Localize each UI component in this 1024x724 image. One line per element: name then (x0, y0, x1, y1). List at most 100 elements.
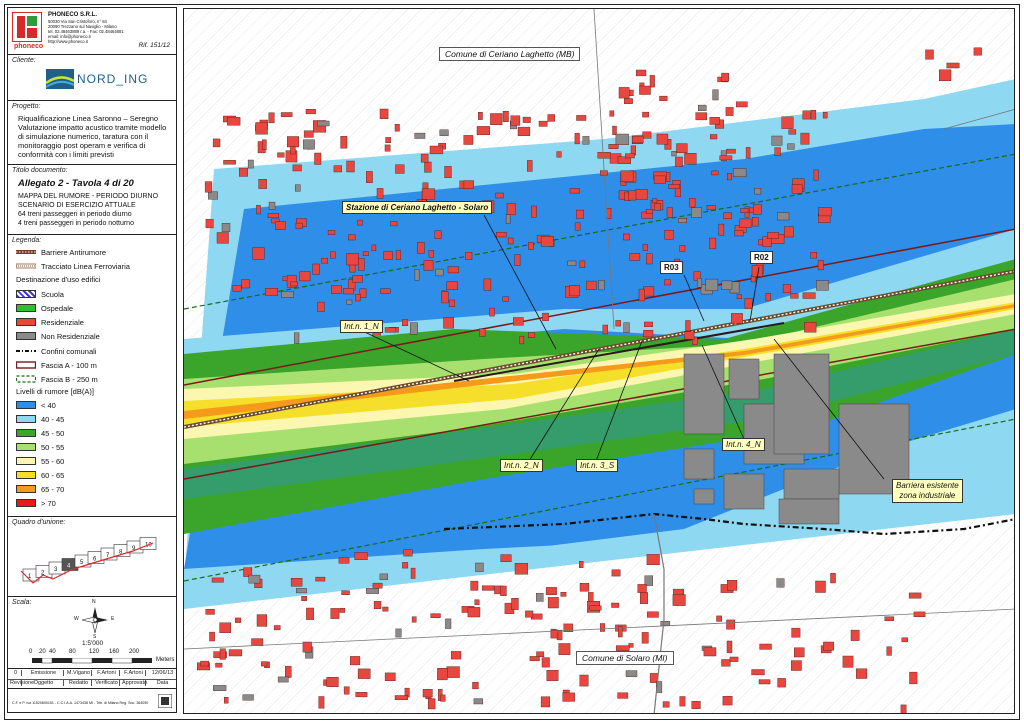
index-map: 12345678910 (20, 537, 157, 584)
building (227, 116, 241, 126)
project-line: Valutazione impatto acustico tramite mod… (18, 123, 167, 159)
building (645, 209, 653, 214)
dashdot-icon (16, 350, 36, 352)
legend-text: 40 - 45 (41, 414, 65, 424)
building (295, 588, 307, 594)
building (522, 116, 531, 123)
building (301, 596, 307, 601)
comune-bottom-label: Comune di Solaro (MI) (576, 651, 674, 665)
barrier-line-icon (16, 250, 36, 254)
legend-destination-title: Destinazione d'uso edifici (16, 275, 101, 284)
building (823, 641, 835, 651)
building (223, 160, 236, 165)
building (448, 299, 455, 308)
building (545, 587, 557, 596)
building (379, 108, 389, 120)
building (517, 126, 531, 136)
building (205, 609, 215, 615)
building (884, 616, 894, 621)
scale-tick: 80 (69, 649, 76, 655)
intervention-3s-label: Int.n. 3_S (576, 459, 619, 472)
building (816, 280, 829, 291)
building (536, 651, 545, 658)
building (586, 280, 597, 290)
building (729, 656, 739, 662)
legend-swatch (16, 499, 36, 507)
legend-text: Tracciato Linea Ferroviaria (41, 261, 130, 271)
noise-map[interactable]: Comune di Ceriano Laghetto (MB) Comune d… (183, 8, 1015, 714)
building (414, 132, 426, 139)
document-title: Allegato 2 - Tavola 4 di 20 (18, 178, 134, 189)
building (213, 685, 227, 691)
building (472, 682, 479, 690)
building (800, 132, 810, 145)
building (754, 187, 762, 195)
building (611, 602, 620, 608)
building (623, 322, 630, 333)
building (721, 72, 730, 82)
building (383, 251, 393, 260)
scale-ratio: 1:5'000 (82, 640, 104, 647)
building (338, 557, 350, 564)
building (774, 147, 781, 156)
building (395, 628, 402, 638)
fascia-a-icon (16, 361, 36, 369)
building (685, 320, 691, 332)
revision-cell: 12/06/13 (151, 670, 174, 676)
barrier-note-line: zona industriale (899, 491, 956, 500)
building (721, 280, 733, 290)
building (281, 291, 294, 298)
building (574, 133, 580, 145)
building (662, 701, 670, 708)
building (421, 188, 436, 200)
building (726, 640, 733, 653)
building (354, 552, 368, 561)
building (582, 136, 590, 145)
map-canvas (184, 9, 1014, 713)
building (776, 578, 785, 588)
building (913, 611, 926, 618)
building (752, 217, 759, 227)
building (366, 588, 380, 594)
building (791, 627, 801, 638)
title-block: phoneco PHONECO S.R.L. 50030 Via San Cri… (7, 7, 177, 713)
revision-header-cell: Data (156, 680, 169, 686)
building (321, 257, 329, 264)
building (346, 253, 359, 266)
building (659, 95, 668, 101)
building (437, 668, 448, 681)
building (394, 695, 408, 701)
legend-text: 45 - 50 (41, 428, 65, 438)
building (435, 268, 444, 277)
building (359, 288, 367, 298)
building (528, 332, 536, 338)
building (473, 698, 483, 705)
legend-use-1: Ospedale (16, 303, 73, 313)
legend-level-6: 65 - 70 (16, 484, 64, 494)
building (703, 647, 717, 657)
building (624, 98, 633, 104)
building (354, 294, 361, 302)
building (678, 217, 688, 223)
building (632, 135, 644, 144)
company-address: 50030 Via San Cristoforo, n° 84 20090 Tre… (48, 19, 124, 44)
building (402, 562, 409, 569)
building (751, 265, 763, 277)
building (441, 291, 449, 304)
intervention-4n-label: Int.n. 4_N (722, 438, 765, 451)
building (434, 230, 442, 239)
building (759, 643, 772, 650)
building (751, 669, 765, 676)
building (531, 205, 537, 218)
building (333, 165, 342, 173)
building (647, 611, 659, 618)
building (318, 696, 325, 709)
legend-swatch (16, 318, 36, 326)
building (642, 111, 649, 118)
building (479, 328, 486, 337)
revision-table: 0 Emissione M.Vigano F.Artoni F.Artoni 12/06/… (8, 669, 176, 689)
building (529, 656, 540, 662)
building (200, 660, 210, 667)
building (695, 112, 707, 121)
revision-header-cell: Revisione (10, 680, 35, 686)
